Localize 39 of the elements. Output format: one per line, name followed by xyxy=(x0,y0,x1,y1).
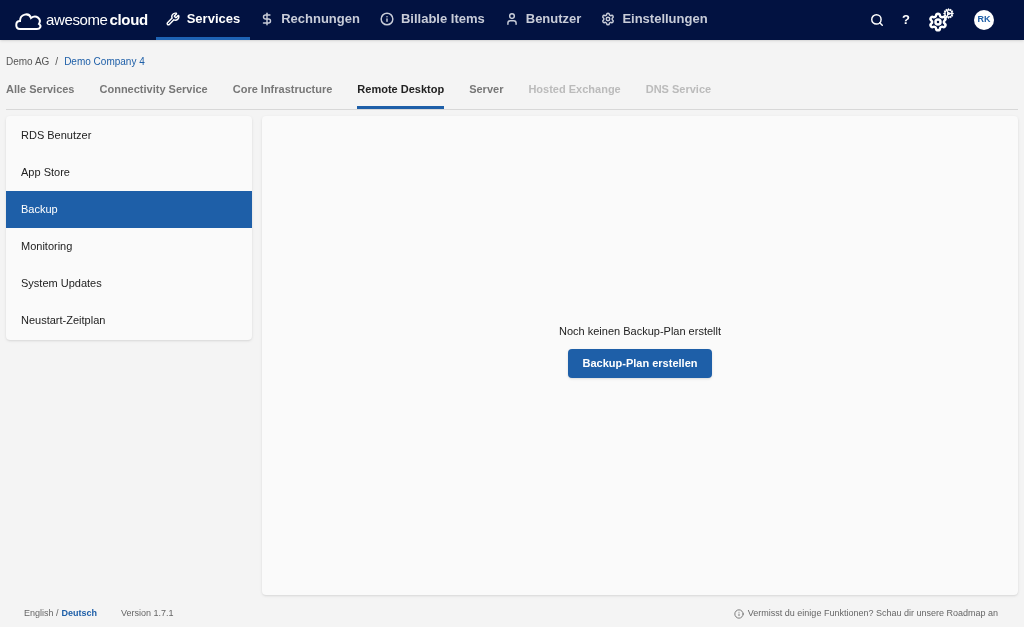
gear-icon xyxy=(928,12,948,32)
tab[interactable]: Core Infrastructure xyxy=(232,81,333,109)
sidebar-item[interactable]: Neustart-Zeitplan xyxy=(6,301,252,339)
nav-item[interactable]: Rechnungen xyxy=(250,0,370,40)
breadcrumb-separator: / xyxy=(55,55,59,69)
small-gear-icon xyxy=(943,8,954,19)
info-icon xyxy=(379,11,394,26)
logo-text: awesome xyxy=(46,9,108,30)
tab[interactable]: Remote Desktop xyxy=(357,81,445,109)
user-icon xyxy=(504,11,519,26)
roadmap-hint: Vermisst du einige Funktionen? Schau dir unsere Roadmap an xyxy=(747,607,998,620)
breadcrumb-item[interactable]: Demo Company 4 xyxy=(64,54,145,69)
help-button[interactable]: ? xyxy=(902,10,910,30)
sidebar-item[interactable]: System Updates xyxy=(6,264,252,302)
sidebar-item[interactable]: Backup xyxy=(6,190,252,228)
tab[interactable]: Server xyxy=(469,81,504,109)
gear-icon xyxy=(601,11,616,26)
tab[interactable]: Alle Services xyxy=(6,81,75,109)
tab[interactable]: Connectivity Service xyxy=(99,81,208,109)
nav-item[interactable]: Billable Items xyxy=(369,0,495,40)
wrench-icon xyxy=(165,11,180,26)
language-option[interactable]: Deutsch xyxy=(61,607,98,621)
version-text: Version 1.7.1 xyxy=(121,607,174,620)
nav-item[interactable]: Einstellungen xyxy=(591,0,718,40)
create-backup-button[interactable]: Backup-Plan erstellen xyxy=(567,349,713,378)
sidebar-item[interactable]: App Store xyxy=(6,153,252,191)
breadcrumb-item[interactable]: Demo AG xyxy=(6,54,50,69)
info-icon xyxy=(733,608,744,619)
search-button[interactable] xyxy=(870,13,885,27)
sidebar-item[interactable]: Monitoring xyxy=(6,227,252,265)
settings-button[interactable] xyxy=(928,8,954,32)
user-avatar[interactable]: RK xyxy=(974,10,994,30)
nav-item[interactable]: Benutzer xyxy=(494,0,592,40)
language-option[interactable]: English / xyxy=(24,607,59,621)
logo-text-bold: cloud xyxy=(109,9,148,30)
sidebar-item[interactable]: RDS Benutzer xyxy=(6,116,252,154)
nav-item[interactable]: Services xyxy=(155,0,251,40)
empty-message: Noch keinen Backup-Plan erstellt xyxy=(559,323,721,339)
search-icon xyxy=(870,13,885,27)
